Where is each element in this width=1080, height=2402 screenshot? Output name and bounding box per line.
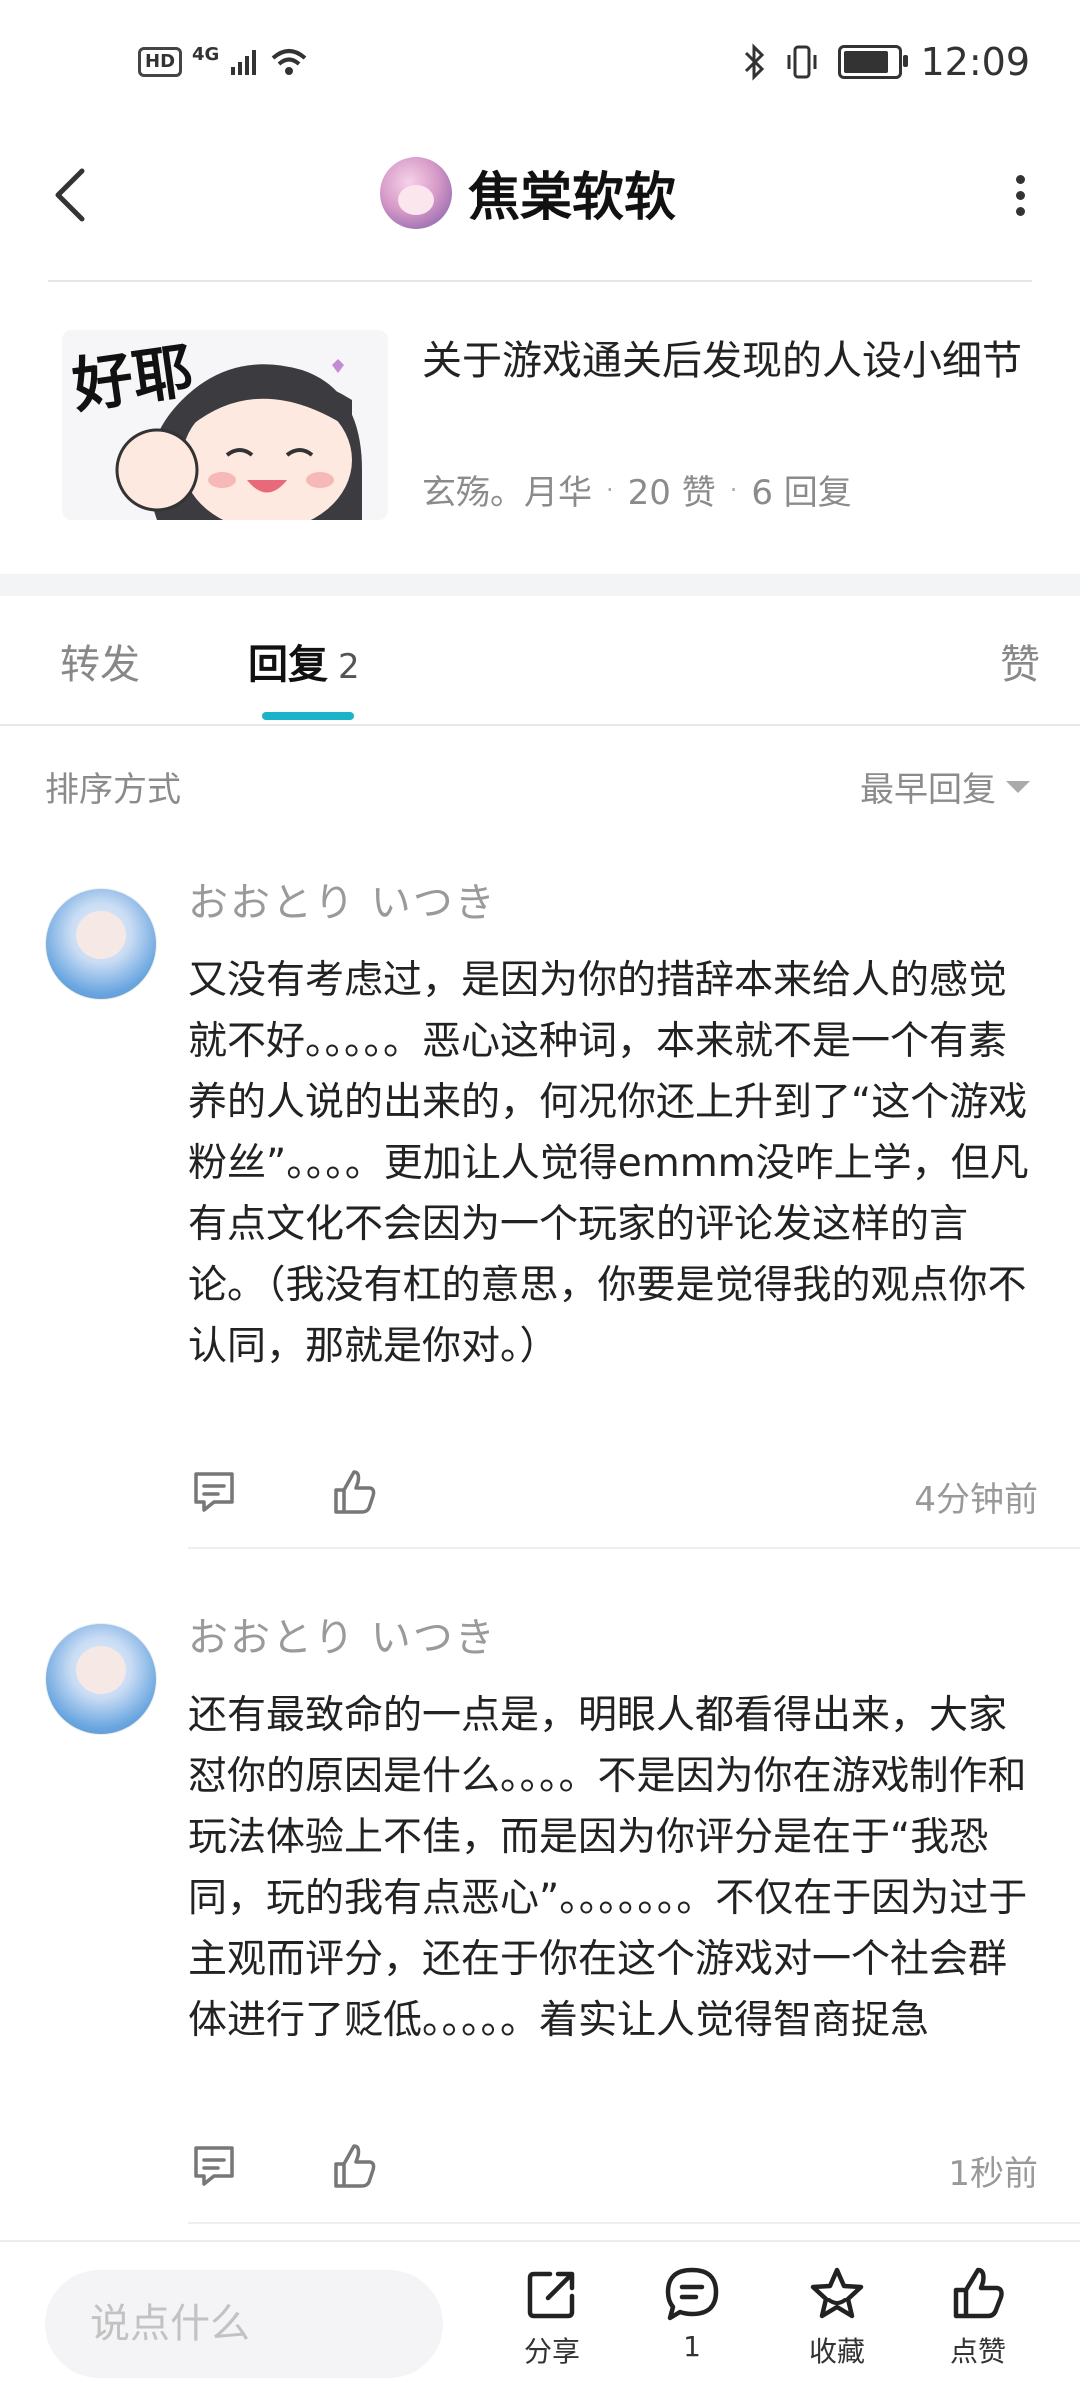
post-replies: 6 回复 [751,473,852,513]
tab-forward[interactable]: 转发 [60,632,140,690]
comment-time: 1秒前 [948,2154,1038,2194]
back-arrow-icon [55,168,85,222]
thumbs-up-icon[interactable] [328,2140,380,2192]
tab-replies-count: 2 [338,647,360,687]
share-button[interactable]: 分享 [497,2264,607,2384]
comment-input[interactable] [45,2270,443,2378]
comment-author[interactable]: おおとり いつき [188,1605,497,1663]
tab-bar: 转发 回复 2 赞 [0,596,1080,726]
post-meta: 玄殇。月华 · 20 赞 · 6 回复 [422,465,852,514]
reply-icon[interactable] [188,2140,240,2192]
tab-likes[interactable]: 赞 [1000,632,1040,690]
status-time: 12:09 [920,40,1030,84]
comment-count: 1 [683,2330,701,2363]
comment-text[interactable]: 又没有考虑过，是因为你的措辞本来给人的感觉就不好。。。。。恶心这种词，本来就不是… [188,950,1038,1377]
favorite-label: 收藏 [808,2335,865,2368]
sort-selected: 最早回复 [860,770,996,810]
comment-author[interactable]: おおとり いつき [188,870,497,928]
back-button[interactable] [40,160,100,230]
thumbnail-caption: 好耶 [68,335,198,422]
comment-divider [188,1547,1080,1549]
avatar[interactable] [45,888,157,1000]
header-user[interactable]: 焦棠软软 [380,155,676,230]
post-likes: 20 赞 [627,473,716,513]
share-icon [527,2271,575,2319]
sort-label: 排序方式 [45,770,181,810]
reply-icon[interactable] [188,1466,240,1518]
separator-dot: · [729,475,738,504]
active-tab-indicator [262,712,354,720]
separator-dot: · [606,475,614,504]
vibrate-icon [787,45,817,79]
comment-time: 4分钟前 [914,1480,1038,1520]
bluetooth-icon [745,43,765,81]
more-options-icon[interactable] [990,165,1050,225]
battery-icon [838,45,909,79]
comment-actions: 1秒前 [188,2140,1038,2200]
network-type: 4G [192,43,220,65]
share-label: 分享 [523,2335,580,2368]
status-bar: HD 4G 12:09 [0,0,1080,130]
bottom-action-bar: 分享 1 收藏 点赞 [0,2240,1080,2402]
sort-row: 排序方式 最早回复 [0,740,1080,830]
status-left: HD 4G [138,43,309,78]
tab-replies[interactable]: 回复 2 [248,632,360,690]
wifi-icon [272,49,307,75]
post-author[interactable]: 玄殇。月华 [422,465,592,514]
hd-badge: HD [138,47,183,77]
header-divider [48,280,1032,282]
post-title[interactable]: 关于游戏通关后发现的人设小细节 [422,330,1022,392]
post-card[interactable]: 好耶 关于游戏通关后发现的人设小细节 玄殇。月华 · 20 赞 · 6 回复 [0,300,1080,570]
comment-divider [188,2222,1080,2224]
favorite-button[interactable]: 收藏 [782,2264,892,2384]
sort-dropdown[interactable]: 最早回复 [860,762,1030,811]
comment-text[interactable]: 还有最致命的一点是，明眼人都看得出来，大家怼你的原因是什么。。。。不是因为你在游… [188,1685,1038,2051]
signal-icon [231,50,257,75]
avatar[interactable] [45,1623,157,1735]
like-label: 点赞 [949,2335,1006,2368]
like-button[interactable]: 点赞 [923,2264,1033,2384]
tab-replies-label: 回复 [248,642,328,688]
page-title: 焦棠软软 [468,168,677,228]
comment-icon [665,2267,719,2321]
chevron-down-icon [1006,780,1030,793]
thumbs-up-icon[interactable] [328,1466,380,1518]
thumbs-up-icon [953,2267,1004,2319]
section-gap [0,574,1080,596]
avatar[interactable] [380,156,452,229]
comment-button[interactable]: 1 [637,2264,747,2384]
post-thumbnail[interactable]: 好耶 [62,330,388,520]
star-icon [810,2267,864,2319]
comment-actions: 4分钟前 [188,1466,1038,1526]
header: 焦棠软软 [0,130,1080,280]
status-right: 12:09 [742,40,1030,84]
comment-input-box[interactable] [45,2270,443,2378]
